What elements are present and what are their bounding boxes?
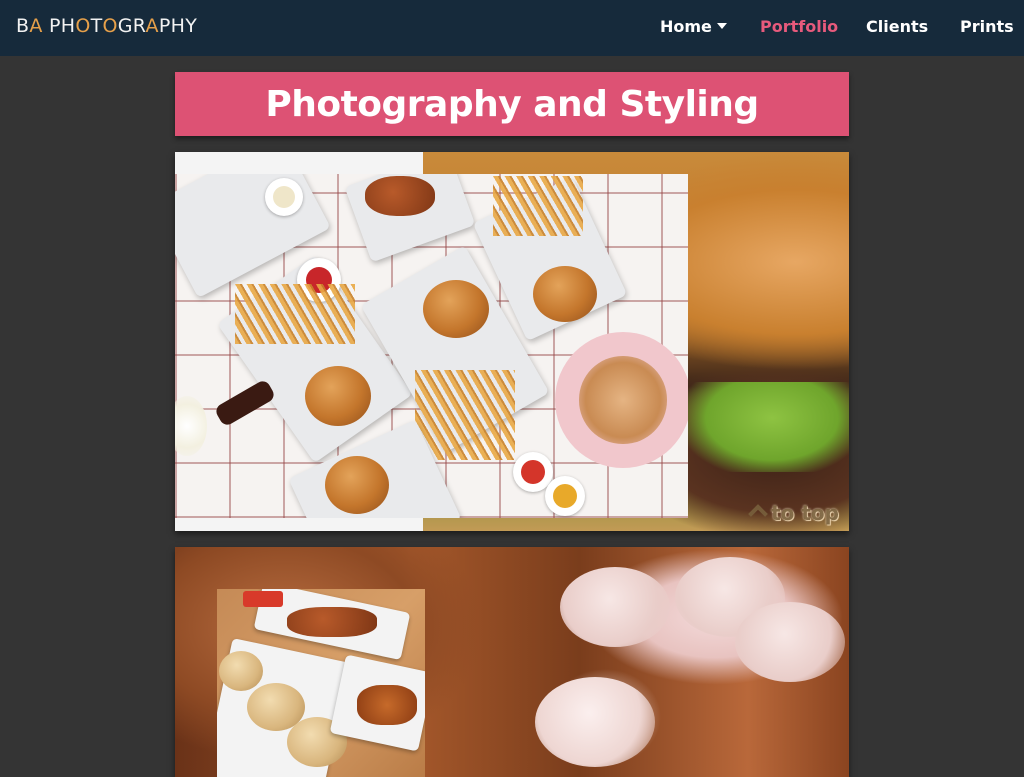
- burger-top: [533, 266, 597, 322]
- chili-dish: [243, 591, 283, 607]
- lettuce-detail: [687, 382, 849, 472]
- dumpling-1: [560, 567, 670, 647]
- dim-sum-inset-image: [217, 589, 425, 777]
- portfolio-photo-burger[interactable]: to top: [175, 152, 849, 531]
- brand-part: PH: [42, 15, 76, 37]
- sauce-bottle: [213, 378, 277, 428]
- brand-part-accent: A: [145, 15, 159, 37]
- nav-item-portfolio[interactable]: Portfolio: [760, 17, 838, 36]
- fries-left: [235, 284, 355, 344]
- nav-item-clients[interactable]: Clients: [866, 17, 928, 36]
- burger-center: [423, 280, 489, 338]
- brand-part-accent: O: [102, 15, 118, 37]
- brand-part-accent: O: [75, 15, 91, 37]
- to-top-link[interactable]: to top: [748, 501, 839, 525]
- brand-part: B: [16, 15, 30, 37]
- sauce-ramekin: [265, 178, 303, 216]
- dumpling-held: [535, 677, 655, 767]
- fries-top: [493, 176, 583, 236]
- chevron-up-icon: [748, 504, 769, 524]
- nav-item-label: Clients: [866, 17, 929, 36]
- brand-part: T: [90, 15, 103, 37]
- nav-item-prints[interactable]: Prints: [960, 17, 1014, 36]
- dumpling-3: [735, 602, 845, 682]
- nav-item-label: Home: [660, 17, 712, 36]
- nav-item-home[interactable]: Home: [660, 17, 727, 36]
- portfolio-photo-dim-sum[interactable]: [175, 547, 849, 777]
- top-navbar: BA PHOTOGRAPHY Home Portfolio Clients Pr…: [0, 0, 1024, 56]
- bun-1: [219, 651, 263, 691]
- mustard-ramekin: [545, 476, 585, 516]
- white-flowers: [175, 396, 207, 456]
- burger-bottom: [325, 456, 389, 514]
- brand-part: GR: [117, 15, 146, 37]
- caret-down-icon: [716, 23, 727, 29]
- page-title: Photography and Styling: [265, 83, 759, 125]
- pink-plate-popcorn-chicken: [555, 332, 688, 468]
- burger-left: [305, 366, 371, 426]
- photo-border-bottom: [175, 518, 423, 531]
- flatlay-inset-image: [175, 174, 688, 518]
- page-title-banner: Photography and Styling: [175, 72, 849, 136]
- brand-part: PHY: [158, 15, 198, 37]
- to-top-label: to top: [771, 501, 839, 525]
- roasted-wings: [287, 607, 377, 637]
- chicken-feet: [357, 685, 417, 725]
- photo-border-top: [175, 152, 423, 174]
- brand-logo-link[interactable]: BA PHOTOGRAPHY: [16, 15, 197, 37]
- nav-item-label: Portfolio: [760, 17, 839, 36]
- fries-center: [415, 370, 515, 460]
- nav-item-label: Prints: [960, 17, 1014, 36]
- chicken-wings: [365, 176, 435, 216]
- brand-part-accent: A: [29, 15, 43, 37]
